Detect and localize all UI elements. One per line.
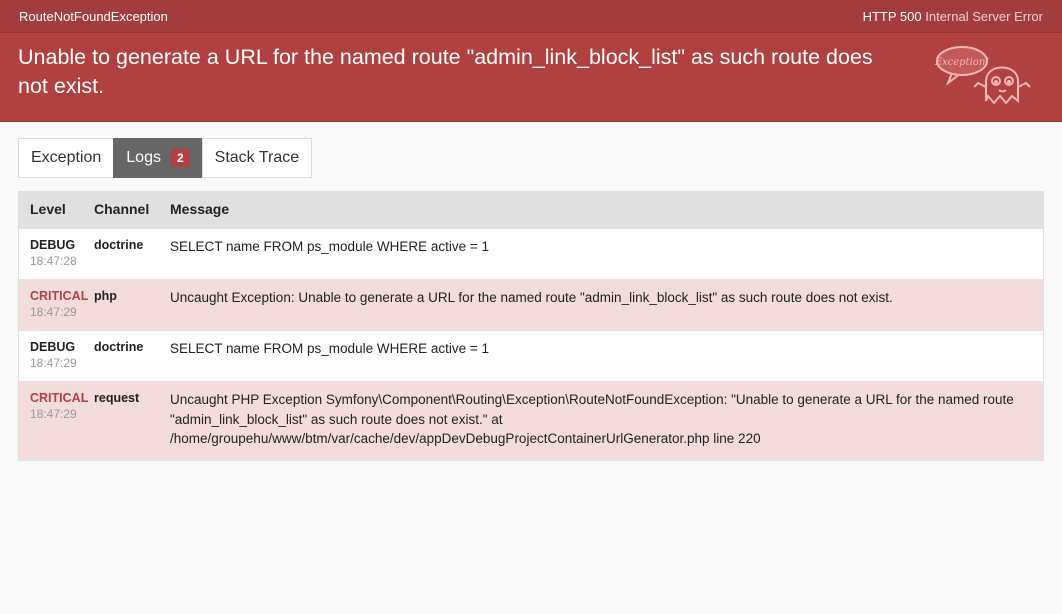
log-level-cell: DEBUG 18:47:29 <box>19 339 94 371</box>
top-bar: RouteNotFoundException HTTP 500 Internal… <box>0 0 1062 33</box>
exception-message: Unable to generate a URL for the named r… <box>18 45 873 98</box>
log-time: 18:47:29 <box>30 407 77 421</box>
log-channel: request <box>94 391 140 405</box>
log-level: DEBUG <box>30 238 76 252</box>
log-message: SELECT name FROM ps_module WHERE active … <box>170 239 489 254</box>
log-row: DEBUG 18:47:28 doctrine SELECT name FROM… <box>19 229 1043 280</box>
exception-class: RouteNotFoundException <box>19 8 168 24</box>
log-channel: doctrine <box>94 238 144 252</box>
log-level-cell: CRITICAL 18:47:29 <box>19 390 94 449</box>
tab-exception-label: Exception <box>31 149 102 166</box>
log-channel: doctrine <box>94 340 144 354</box>
tab-logs-label: Logs <box>126 149 161 166</box>
exception-ghost-icon: Exception! <box>934 46 1031 105</box>
log-level: CRITICAL <box>30 391 89 405</box>
log-level: CRITICAL <box>30 289 89 303</box>
column-header-level: Level <box>30 201 66 218</box>
log-message: Uncaught PHP Exception Symfony\Component… <box>170 392 1014 446</box>
log-level-cell: CRITICAL 18:47:29 <box>19 288 94 320</box>
log-level-cell: DEBUG 18:47:28 <box>19 237 94 269</box>
log-level: DEBUG <box>30 340 76 354</box>
log-time: 18:47:29 <box>30 305 77 319</box>
status-code: HTTP 500 <box>862 8 922 24</box>
column-header-channel: Channel <box>94 201 150 218</box>
log-row: CRITICAL 18:47:29 request Uncaught PHP E… <box>19 382 1043 460</box>
log-row: DEBUG 18:47:29 doctrine SELECT name FROM… <box>19 331 1043 382</box>
status-text: Internal Server Error <box>925 8 1043 24</box>
log-time: 18:47:29 <box>30 356 77 370</box>
log-time: 18:47:28 <box>30 254 77 268</box>
http-status: HTTP 500 Internal Server Error <box>863 9 1043 24</box>
log-message: SELECT name FROM ps_module WHERE active … <box>170 341 489 356</box>
tab-stack-trace[interactable]: Stack Trace <box>201 138 313 178</box>
log-message: Uncaught Exception: Unable to generate a… <box>170 290 893 305</box>
tab-stack-trace-label: Stack Trace <box>214 149 300 166</box>
logs-table-header: Level Channel Message <box>19 192 1043 229</box>
exception-header: Unable to generate a URL for the named r… <box>0 33 1062 122</box>
logs-count-badge: 2 <box>170 149 190 167</box>
tab-exception[interactable]: Exception <box>18 138 115 178</box>
tab-bar: Exception Logs 2 Stack Trace <box>18 138 313 178</box>
column-header-message: Message <box>170 201 230 218</box>
log-channel: php <box>94 289 117 303</box>
tab-logs[interactable]: Logs 2 <box>113 138 203 178</box>
log-row: CRITICAL 18:47:29 php Uncaught Exception… <box>19 280 1043 331</box>
logs-table: Level Channel Message DEBUG 18:47:28 doc… <box>18 191 1044 461</box>
ghost-bubble-text: Exception! <box>934 57 989 68</box>
